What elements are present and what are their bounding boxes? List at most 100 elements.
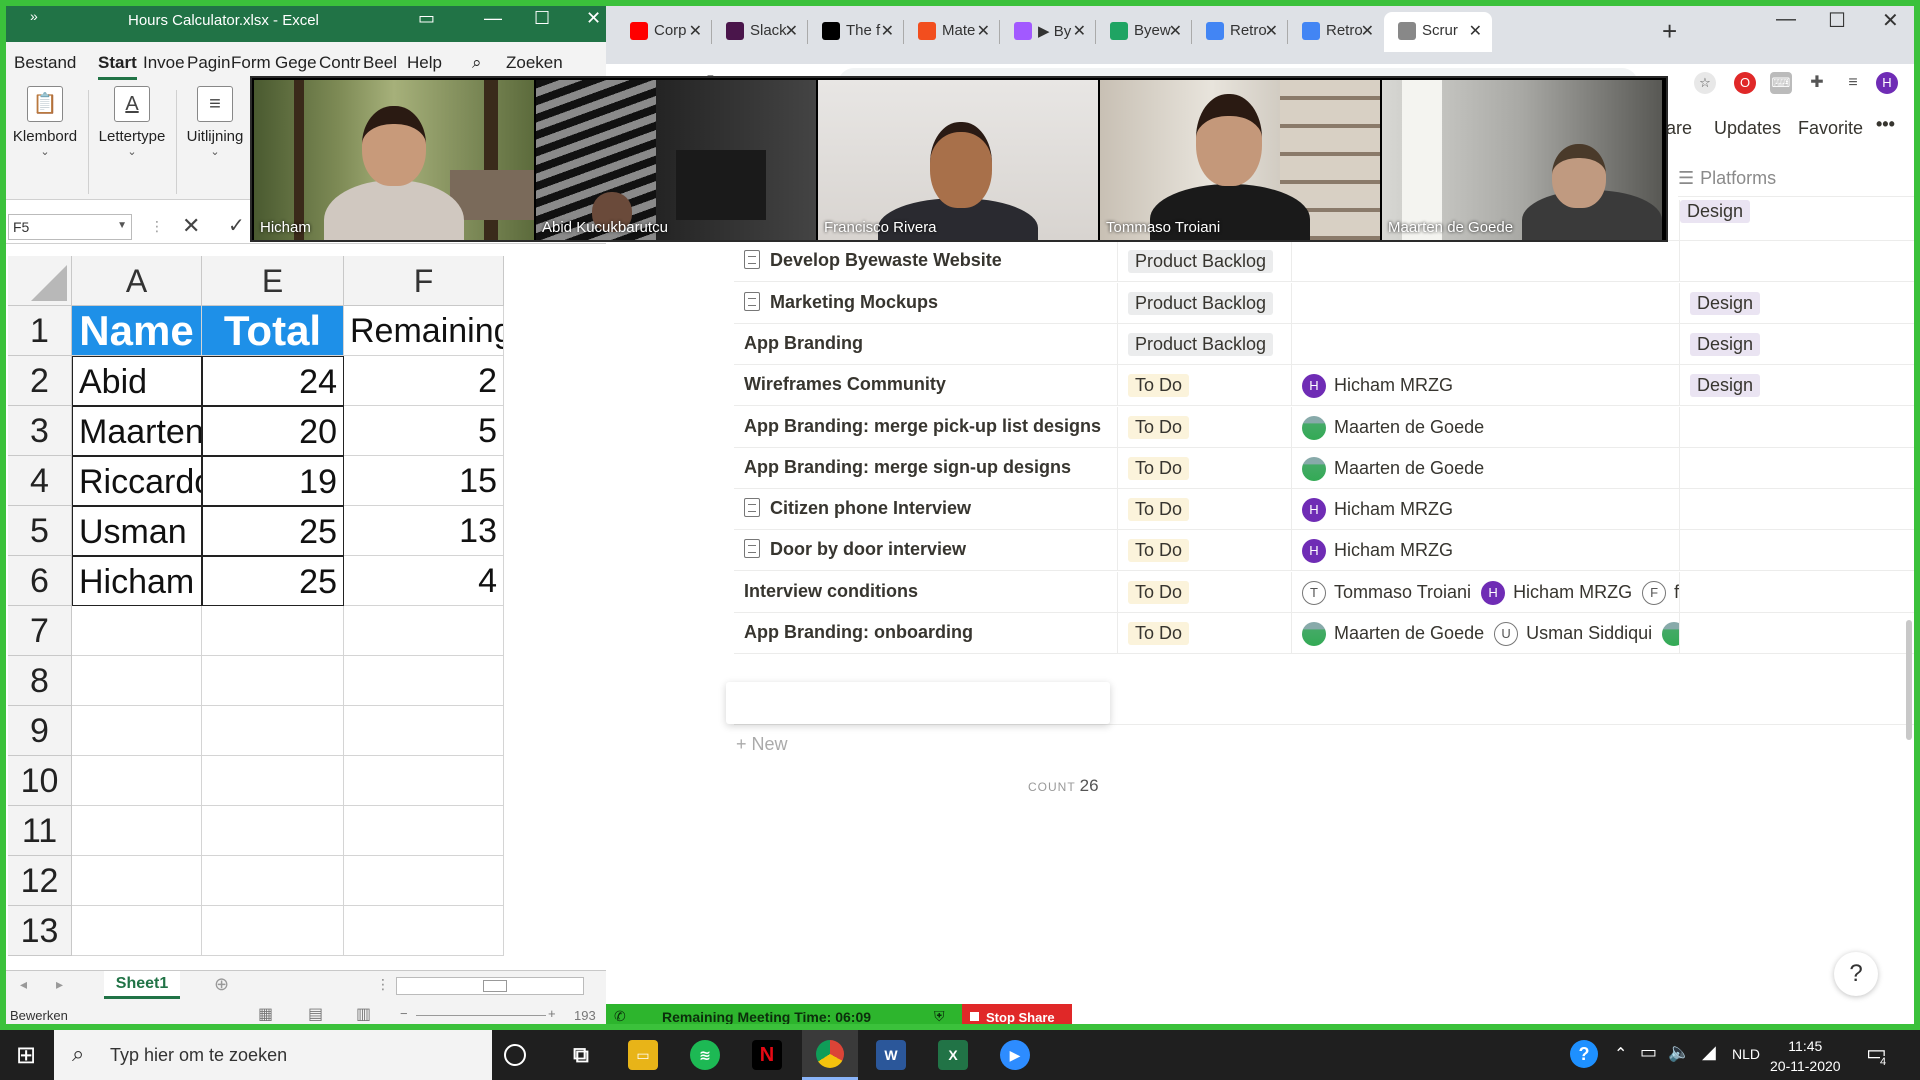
minimize-icon[interactable]: — <box>484 8 502 29</box>
updates-link[interactable]: Updates <box>1714 118 1781 139</box>
table-row[interactable]: Citizen phone Interview To Do H Hicham MRZG <box>734 489 1920 531</box>
row-header[interactable]: 6 <box>8 556 72 606</box>
cell-total[interactable]: 25 <box>202 506 344 556</box>
search-icon[interactable]: ⌕ <box>472 53 482 73</box>
name-box[interactable]: F5 ▼ <box>8 214 132 240</box>
platforms-cell[interactable]: Design <box>1680 283 1920 324</box>
row-title[interactable]: App Branding: merge sign-up designs <box>734 447 1118 489</box>
browser-tab[interactable]: Scrur ✕ <box>1384 12 1492 52</box>
tab-close-icon[interactable]: ✕ <box>977 21 990 41</box>
cell-remaining[interactable]: 5 <box>344 406 504 456</box>
row-header[interactable]: 9 <box>8 706 72 756</box>
network-icon[interactable]: ◢ <box>1702 1042 1716 1063</box>
profile-avatar[interactable]: H <box>1876 72 1898 94</box>
new-row-title-input[interactable] <box>726 682 1110 724</box>
zoom-level[interactable]: 193 <box>574 1008 596 1023</box>
ribbon-display-icon[interactable]: ▭ <box>418 8 435 29</box>
cell-remaining[interactable]: 2 <box>344 356 504 406</box>
row-title[interactable]: Wireframes Community <box>734 365 1118 407</box>
clipboard-group[interactable]: 📋 Klembord ⌄ <box>10 86 80 158</box>
extension-icon[interactable]: ⌨ <box>1770 72 1792 94</box>
cortana-icon[interactable] <box>504 1044 526 1066</box>
cell[interactable] <box>72 856 202 906</box>
browser-tab[interactable]: Mate ✕ <box>904 12 1000 52</box>
font-group[interactable]: A Lettertype ⌄ <box>96 86 168 158</box>
tab-bestand[interactable]: Bestand <box>14 53 76 73</box>
select-all-corner[interactable] <box>8 256 72 306</box>
video-tile-francisco[interactable]: Francisco Rivera <box>818 80 1098 240</box>
row-header[interactable]: 8 <box>8 656 72 706</box>
status-cell[interactable]: Product Backlog <box>1118 282 1292 324</box>
tab-close-icon[interactable]: ✕ <box>1265 21 1278 41</box>
table-row[interactable]: Interview conditions To Do T Tommaso Troian… <box>734 571 1920 613</box>
table-row[interactable]: Door by door interview To Do H Hicham MRZG <box>734 530 1920 572</box>
browser-tab[interactable]: ▶ By ✕ <box>1000 12 1096 52</box>
phone-icon[interactable]: ✆ <box>614 1008 626 1025</box>
maximize-icon[interactable]: ☐ <box>1828 8 1846 33</box>
cell[interactable] <box>202 756 344 806</box>
platforms-cell[interactable] <box>1680 530 1920 571</box>
windows-start-icon[interactable]: ⊞ <box>16 1041 36 1070</box>
assignee-cell[interactable]: Maarten de Goede <box>1292 447 1680 489</box>
cell[interactable] <box>72 706 202 756</box>
platforms-cell[interactable] <box>1680 200 1920 241</box>
platforms-cell[interactable]: Design <box>1680 324 1920 365</box>
cell[interactable] <box>202 856 344 906</box>
cell[interactable] <box>344 756 504 806</box>
platforms-cell[interactable] <box>1680 613 1920 654</box>
cell-name[interactable]: Hicham <box>72 556 202 606</box>
platforms-cell[interactable] <box>1680 489 1920 530</box>
tab-pagina[interactable]: Pagin <box>187 53 230 73</box>
row-header[interactable]: 3 <box>8 406 72 456</box>
status-cell[interactable]: To Do <box>1118 365 1292 407</box>
table-row[interactable]: App Branding Product Backlog Design <box>734 323 1920 365</box>
new-row-button[interactable]: + New <box>736 734 788 755</box>
page-break-icon[interactable]: ▥ <box>356 1004 371 1024</box>
cell[interactable] <box>344 706 504 756</box>
column-header-e[interactable]: E <box>202 256 344 306</box>
header-cell-remaining[interactable]: Remaining <box>344 306 504 356</box>
horizontal-scrollbar[interactable] <box>396 977 584 995</box>
zoom-in-icon[interactable]: + <box>548 1006 556 1021</box>
platforms-cell[interactable]: Design <box>1680 365 1920 406</box>
table-row[interactable]: App Branding: merge sign-up designs To Do… <box>734 447 1920 489</box>
row-header[interactable]: 7 <box>8 606 72 656</box>
row-header[interactable]: 10 <box>8 756 72 806</box>
assignee-cell[interactable]: H Hicham MRZG <box>1292 489 1680 531</box>
stop-share-button[interactable]: Stop Share <box>962 1004 1072 1030</box>
sheet-tab-sheet1[interactable]: Sheet1 <box>104 971 180 999</box>
row-header[interactable]: 5 <box>8 506 72 556</box>
row-title[interactable]: Citizen phone Interview <box>734 489 1118 531</box>
status-cell[interactable]: To Do <box>1118 571 1292 613</box>
cell[interactable] <box>344 856 504 906</box>
column-header-a[interactable]: A <box>72 256 202 306</box>
video-tile-hicham[interactable]: Hicham <box>254 80 534 240</box>
cell-name[interactable]: Maarten <box>72 406 202 456</box>
cell[interactable] <box>344 656 504 706</box>
cell[interactable] <box>72 906 202 956</box>
share-link[interactable]: are <box>1666 118 1692 139</box>
language-indicator[interactable]: NLD <box>1732 1046 1760 1062</box>
tab-close-icon[interactable]: ✕ <box>1469 21 1482 41</box>
cell[interactable] <box>344 606 504 656</box>
assignee-cell[interactable]: T Tommaso Troiani H Hicham MRZG Ffr <box>1292 571 1680 613</box>
tab-close-icon[interactable]: ✕ <box>1361 21 1374 41</box>
tab-gegevens[interactable]: Gege <box>275 53 317 73</box>
cell[interactable] <box>72 806 202 856</box>
platforms-cell[interactable] <box>1680 241 1920 282</box>
normal-view-icon[interactable]: ▦ <box>258 1004 273 1024</box>
quick-access-icon[interactable]: » <box>30 8 38 24</box>
tab-formules[interactable]: Form <box>231 53 271 73</box>
table-row[interactable]: App Branding: onboarding To Do Maarten de … <box>734 613 1920 654</box>
row-title[interactable]: Interview conditions <box>734 571 1118 613</box>
assignee-cell[interactable] <box>1292 241 1680 283</box>
tab-close-icon[interactable]: ✕ <box>689 21 702 41</box>
assignee-cell[interactable] <box>1292 323 1680 365</box>
cell[interactable] <box>202 706 344 756</box>
table-row[interactable]: Marketing Mockups Product Backlog Design <box>734 282 1920 324</box>
volume-icon[interactable]: 🔈 <box>1668 1042 1690 1063</box>
chrome-taskbar-button[interactable] <box>802 1030 858 1080</box>
chrome-menu-icon[interactable]: ⋮ <box>1906 72 1920 93</box>
puzzle-extensions-icon[interactable]: ✚ <box>1806 72 1828 94</box>
zoom-icon[interactable]: ▶ <box>1000 1040 1030 1070</box>
